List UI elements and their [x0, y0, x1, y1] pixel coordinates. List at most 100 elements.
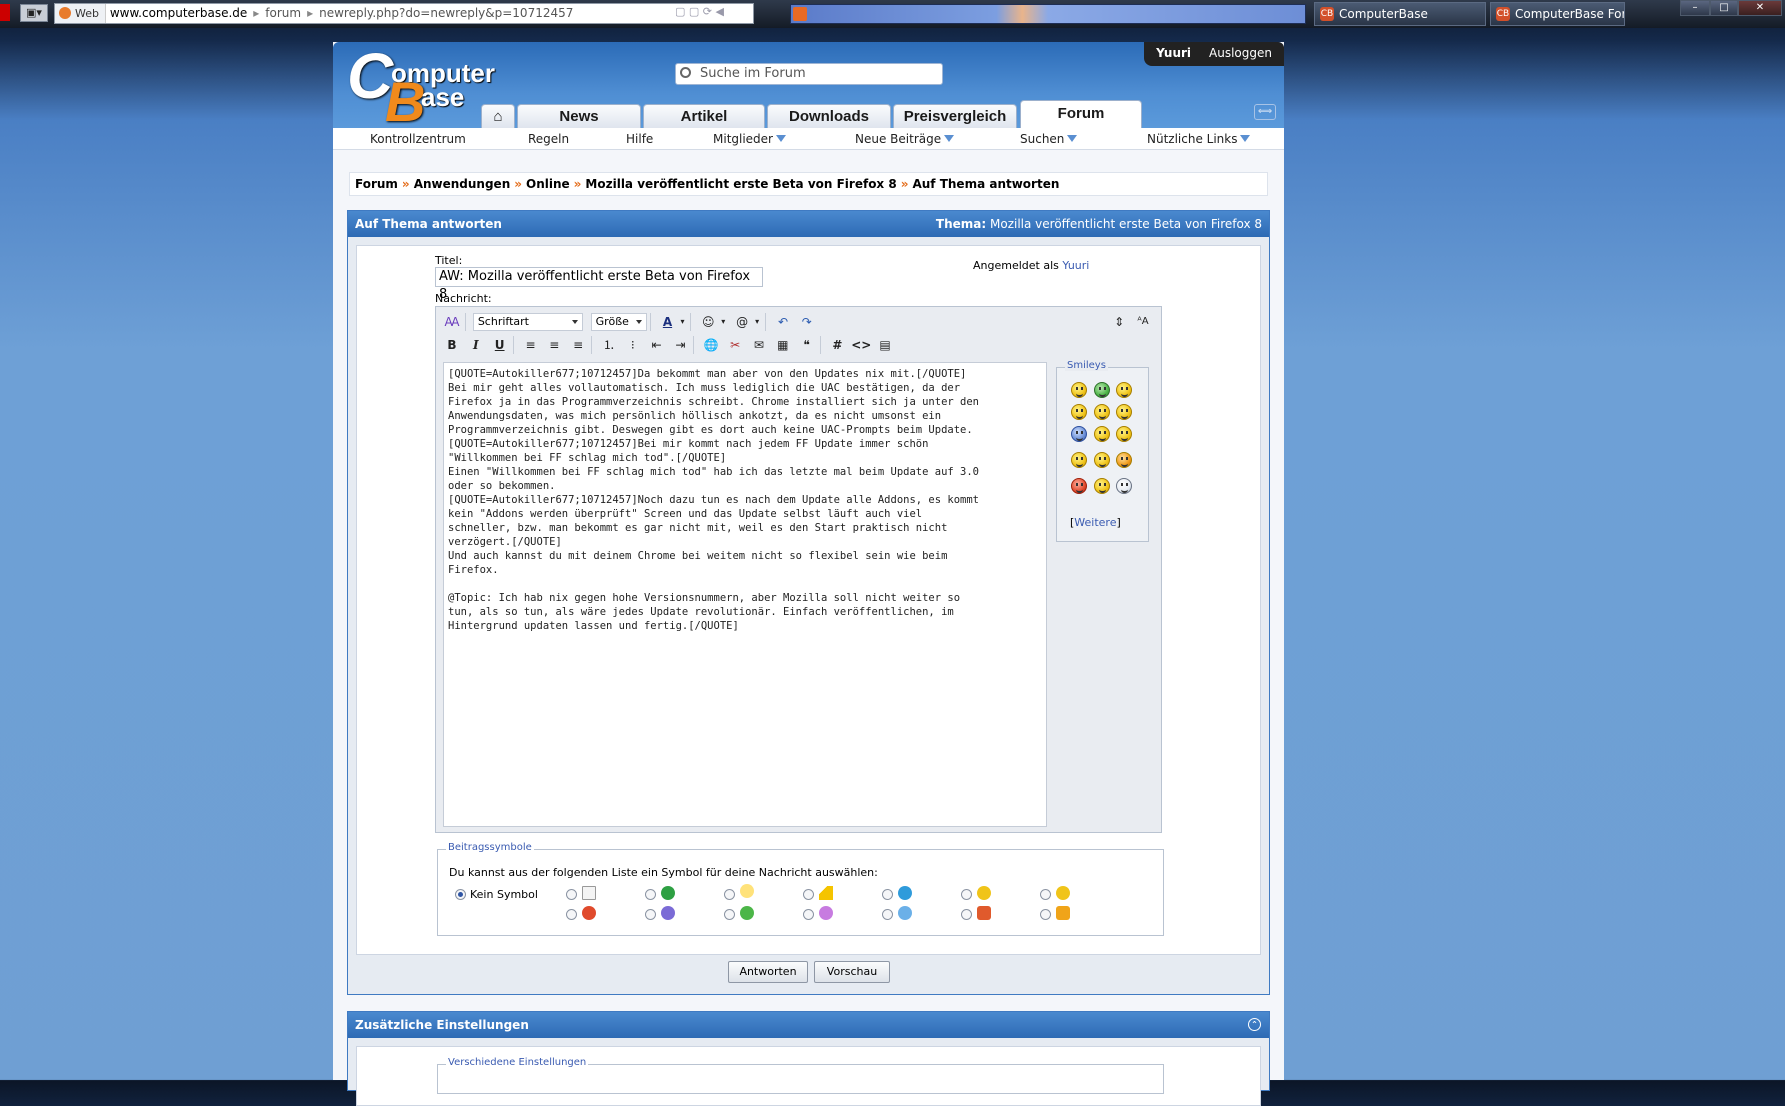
email-link-icon[interactable]: ✉: [749, 336, 769, 354]
message-textarea[interactable]: [QUOTE=Autokiller677;10712457]Da bekommt…: [443, 362, 1047, 827]
tab-artikel[interactable]: Artikel: [643, 104, 765, 128]
nav-suchen[interactable]: Suchen: [1020, 132, 1078, 146]
more-smilies-link[interactable]: [Weitere]: [1070, 516, 1121, 529]
indent-icon[interactable]: ⇥: [670, 336, 690, 354]
radio-post-icon[interactable]: [1040, 909, 1051, 920]
dropdown-arrow-icon[interactable]: ▾: [677, 313, 687, 331]
sleepy-icon[interactable]: [1094, 478, 1110, 494]
ordered-list-icon[interactable]: ⒈: [599, 336, 619, 354]
cool-icon[interactable]: [1116, 404, 1132, 420]
resize-editor-icon[interactable]: ⇕: [1109, 313, 1129, 331]
align-right-icon[interactable]: ≡: [568, 336, 588, 354]
minimize-button[interactable]: –: [1680, 0, 1710, 16]
nav-hilfe[interactable]: Hilfe: [626, 132, 653, 146]
align-left-icon[interactable]: ≡: [520, 336, 540, 354]
radio-post-icon[interactable]: [882, 909, 893, 920]
angry-icon[interactable]: [1071, 478, 1087, 494]
nav-mitglieder[interactable]: Mitglieder: [713, 132, 786, 146]
browser-tab[interactable]: CB ComputerBase: [1314, 2, 1486, 26]
nav-regeln[interactable]: Regeln: [528, 132, 569, 146]
quote-icon[interactable]: ❝: [797, 336, 817, 354]
unlink-icon[interactable]: ✂: [725, 336, 745, 354]
collapse-icon[interactable]: ⌃: [1248, 1018, 1261, 1031]
submit-reply-button[interactable]: Antworten: [728, 961, 808, 983]
dropdown-arrow-icon[interactable]: ▾: [718, 313, 728, 331]
italic-icon[interactable]: I: [466, 336, 486, 354]
tab-thumbnail-strip[interactable]: [790, 4, 1306, 24]
dropdown-arrow-icon[interactable]: ▾: [752, 313, 762, 331]
tab-downloads[interactable]: Downloads: [767, 104, 891, 128]
radio-no-symbol[interactable]: [455, 889, 466, 900]
redo-icon[interactable]: ↷: [797, 313, 817, 331]
preview-button[interactable]: Vorschau: [814, 961, 890, 983]
tongue-icon[interactable]: [1071, 452, 1087, 468]
code-hash-icon[interactable]: #: [827, 336, 847, 354]
radio-post-icon[interactable]: [566, 909, 577, 920]
username-link[interactable]: Yuuri: [1156, 46, 1191, 60]
font-select[interactable]: Schriftart: [472, 313, 583, 331]
close-window-button[interactable]: ✕: [1738, 0, 1782, 16]
logout-link[interactable]: Ausloggen: [1209, 46, 1272, 60]
align-center-icon[interactable]: ≡: [544, 336, 564, 354]
size-select[interactable]: Größe: [590, 313, 647, 331]
code-icon[interactable]: <>: [851, 336, 871, 354]
underline-icon[interactable]: U: [490, 336, 510, 354]
wink-icon[interactable]: [1071, 404, 1087, 420]
radio-post-icon[interactable]: [645, 889, 656, 900]
radio-post-icon[interactable]: [803, 909, 814, 920]
computerbase-logo[interactable]: Computer Base: [347, 44, 497, 130]
radio-post-icon[interactable]: [961, 909, 972, 920]
smile-icon[interactable]: [1071, 382, 1087, 398]
breadcrumb-forum[interactable]: Forum: [355, 177, 398, 191]
frown-icon[interactable]: [1071, 426, 1087, 442]
expand-width-icon[interactable]: ⟺: [1254, 104, 1276, 120]
outdent-icon[interactable]: ⇤: [647, 336, 667, 354]
radio-post-icon[interactable]: [1040, 889, 1051, 900]
attachment-icon[interactable]: @: [732, 313, 752, 331]
radio-post-icon[interactable]: [566, 889, 577, 900]
bold-icon[interactable]: B: [442, 336, 462, 354]
home-tab[interactable]: ⌂: [481, 104, 515, 128]
insert-link-icon[interactable]: 🌐: [701, 336, 721, 354]
search-engine-selector[interactable]: Web: [55, 4, 106, 23]
tab-forum[interactable]: Forum: [1020, 100, 1142, 128]
grin-icon[interactable]: [1094, 382, 1110, 398]
additional-settings-header[interactable]: Zusätzliche Einstellungen ⌃: [348, 1012, 1269, 1038]
radio-post-icon[interactable]: [645, 909, 656, 920]
switch-mode-icon[interactable]: ᴬA: [1133, 313, 1153, 331]
radio-post-icon[interactable]: [724, 889, 735, 900]
radio-post-icon[interactable]: [724, 909, 735, 920]
confused-icon[interactable]: [1094, 404, 1110, 420]
title-input[interactable]: AW: Mozilla veröffentlicht erste Beta vo…: [435, 267, 763, 302]
breadcrumb-anwendungen[interactable]: Anwendungen: [414, 177, 511, 191]
shocked-icon[interactable]: [1116, 478, 1132, 494]
devil-icon[interactable]: [1116, 452, 1132, 468]
undo-icon[interactable]: ↶: [773, 313, 793, 331]
forum-search-input[interactable]: Suche im Forum: [675, 63, 943, 85]
radio-post-icon[interactable]: [882, 889, 893, 900]
eek-icon[interactable]: [1094, 426, 1110, 442]
maximize-button[interactable]: □: [1710, 0, 1738, 16]
unordered-list-icon[interactable]: ⁝: [623, 336, 643, 354]
insert-image-icon[interactable]: ▦: [773, 336, 793, 354]
smiley-icon[interactable]: ☺: [698, 313, 718, 331]
address-bar[interactable]: Web www.computerbase.de ▸ forum ▸ newreply.p…: [54, 3, 754, 24]
remove-format-icon[interactable]: Ꜳ: [442, 313, 462, 331]
php-icon[interactable]: ▤: [875, 336, 895, 354]
rolleyes-icon[interactable]: [1094, 452, 1110, 468]
tab-preisvergleich[interactable]: Preisvergleich: [893, 104, 1017, 128]
mad-icon[interactable]: [1116, 426, 1132, 442]
happy-icon[interactable]: [1116, 382, 1132, 398]
nav-nuetzliche-links[interactable]: Nützliche Links: [1147, 132, 1251, 146]
breadcrumb-online[interactable]: Online: [526, 177, 570, 191]
address-bar-actions[interactable]: ▢ ▢ ⟳ ◀: [675, 5, 724, 18]
browser-tab-active[interactable]: CBComputerBase Forum: [1490, 2, 1625, 26]
text-color-icon[interactable]: A: [657, 313, 677, 331]
nav-kontrollzentrum[interactable]: Kontrollzentrum: [370, 132, 466, 146]
tab-news[interactable]: News: [517, 104, 641, 128]
logged-in-user-link[interactable]: Yuuri: [1062, 259, 1089, 272]
radio-post-icon[interactable]: [803, 889, 814, 900]
page-menu-button[interactable]: ▣▾: [20, 4, 48, 22]
nav-neue-beitraege[interactable]: Neue Beiträge: [855, 132, 955, 146]
breadcrumb-thread[interactable]: Mozilla veröffentlicht erste Beta von Fi…: [585, 177, 896, 191]
